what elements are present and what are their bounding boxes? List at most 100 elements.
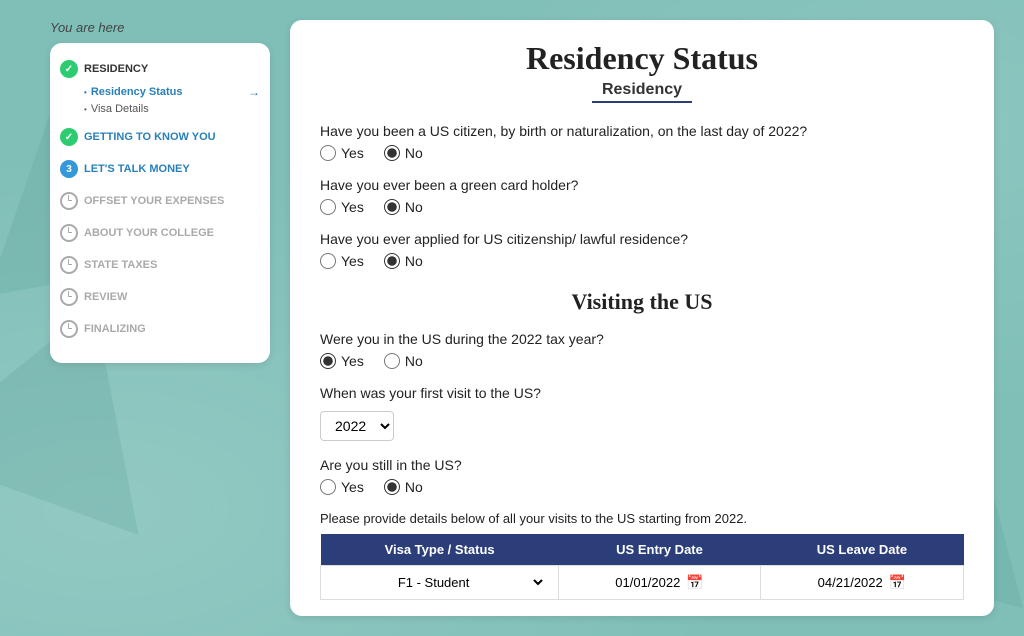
question-1: Have you been a US citizen, by birth or …	[320, 123, 964, 161]
question-1-text: Have you been a US citizen, by birth or …	[320, 123, 964, 139]
sidebar-section-offset: OFFSET YOUR EXPENSES	[60, 189, 260, 213]
sidebar-item-state-taxes[interactable]: STATE TAXES	[60, 253, 260, 277]
q1-no-radio[interactable]	[384, 145, 400, 161]
visa-details-label: Visa Details	[91, 103, 149, 115]
sidebar-item-review[interactable]: REVIEW	[60, 285, 260, 309]
arrow-right-icon: →	[248, 85, 260, 99]
q3-no-radio[interactable]	[384, 253, 400, 269]
sidebar-item-visa-details[interactable]: • Visa Details	[84, 101, 260, 117]
q2-no-radio[interactable]	[384, 199, 400, 215]
leave-date-value: 04/21/2022	[818, 575, 883, 590]
question-3-radios: Yes No	[320, 253, 964, 269]
question-1-radios: Yes No	[320, 145, 964, 161]
q4-yes-radio[interactable]	[320, 353, 336, 369]
sidebar-section-lets-talk: 3 LET'S TALK MONEY	[60, 157, 260, 181]
visits-table-section: Please provide details below of all your…	[320, 511, 964, 600]
residency-label: RESIDENCY	[84, 63, 148, 75]
sidebar-section-residency: RESIDENCY • Residency Status → • Visa De…	[60, 57, 260, 117]
sidebar-section-state-taxes: STATE TAXES	[60, 253, 260, 277]
sidebar-section-getting-to-know: GETTING TO KNOW YOU	[60, 125, 260, 149]
q2-yes-radio[interactable]	[320, 199, 336, 215]
question-6-radios: Yes No	[320, 479, 964, 495]
sidebar-section-review: REVIEW	[60, 285, 260, 309]
sidebar-item-college[interactable]: ABOUT YOUR COLLEGE	[60, 221, 260, 245]
question-6: Are you still in the US? Yes No	[320, 457, 964, 495]
question-4-text: Were you in the US during the 2022 tax y…	[320, 331, 964, 347]
q6-no-label[interactable]: No	[384, 479, 423, 495]
q6-yes-radio[interactable]	[320, 479, 336, 495]
col-leave-date: US Leave Date	[760, 534, 963, 566]
review-label: REVIEW	[84, 291, 127, 303]
q2-yes-label[interactable]: Yes	[320, 199, 364, 215]
question-2: Have you ever been a green card holder? …	[320, 177, 964, 215]
sidebar-item-offset[interactable]: OFFSET YOUR EXPENSES	[60, 189, 260, 213]
sidebar: You are here RESIDENCY • Residency Statu…	[50, 20, 270, 616]
clock-icon-2	[60, 224, 78, 242]
sidebar-item-finalizing[interactable]: FINALIZING	[60, 317, 260, 341]
table-description: Please provide details below of all your…	[320, 511, 964, 526]
main-content: Residency Status Residency Have you been…	[290, 20, 994, 616]
sidebar-section-finalizing: FINALIZING	[60, 317, 260, 341]
sidebar-item-getting-to-know[interactable]: GETTING TO KNOW YOU	[60, 125, 260, 149]
section-subtitle: Residency	[320, 81, 964, 103]
question-2-text: Have you ever been a green card holder?	[320, 177, 964, 193]
offset-label: OFFSET YOUR EXPENSES	[84, 195, 224, 207]
q4-no-radio[interactable]	[384, 353, 400, 369]
state-taxes-label: STATE TAXES	[84, 259, 157, 271]
you-are-here-label: You are here	[50, 20, 270, 35]
question-5: When was your first visit to the US? 202…	[320, 385, 964, 441]
lets-talk-label: LET'S TALK MONEY	[84, 163, 190, 175]
question-5-text: When was your first visit to the US?	[320, 385, 964, 401]
question-4: Were you in the US during the 2022 tax y…	[320, 331, 964, 369]
leave-calendar-icon[interactable]: 📅	[889, 574, 906, 591]
year-select[interactable]: 2022 2021 2020 2019 2018	[320, 411, 394, 441]
q1-yes-radio[interactable]	[320, 145, 336, 161]
sidebar-nav: RESIDENCY • Residency Status → • Visa De…	[50, 43, 270, 363]
entry-date-value: 01/01/2022	[615, 575, 680, 590]
q1-no-label[interactable]: No	[384, 145, 423, 161]
entry-calendar-icon[interactable]: 📅	[686, 574, 703, 591]
q3-no-label[interactable]: No	[384, 253, 423, 269]
visa-type-cell: F1 - Student J1 H1B B1/B2	[321, 566, 559, 600]
check-icon	[60, 60, 78, 78]
col-entry-date: US Entry Date	[559, 534, 761, 566]
dot-icon: •	[84, 88, 87, 97]
entry-date-cell: 01/01/2022 📅	[559, 566, 761, 600]
table-row: F1 - Student J1 H1B B1/B2 01/01/2022 📅	[321, 566, 964, 600]
sidebar-item-residency[interactable]: RESIDENCY	[60, 57, 260, 81]
q4-no-label[interactable]: No	[384, 353, 423, 369]
college-label: ABOUT YOUR COLLEGE	[84, 227, 214, 239]
q6-no-radio[interactable]	[384, 479, 400, 495]
dot-icon: •	[84, 105, 87, 114]
question-4-radios: Yes No	[320, 353, 964, 369]
q3-yes-label[interactable]: Yes	[320, 253, 364, 269]
page-title: Residency Status	[320, 40, 964, 77]
sidebar-item-residency-status[interactable]: • Residency Status →	[84, 83, 260, 101]
col-visa-type: Visa Type / Status	[321, 534, 559, 566]
visa-type-select[interactable]: F1 - Student J1 H1B B1/B2	[333, 574, 546, 591]
q3-yes-radio[interactable]	[320, 253, 336, 269]
clock-icon-3	[60, 256, 78, 274]
finalizing-label: FINALIZING	[84, 323, 146, 335]
clock-icon-5	[60, 320, 78, 338]
q1-yes-label[interactable]: Yes	[320, 145, 364, 161]
question-3: Have you ever applied for US citizenship…	[320, 231, 964, 269]
visiting-header: Visiting the US	[320, 289, 964, 315]
table-header-row: Visa Type / Status US Entry Date US Leav…	[321, 534, 964, 566]
clock-icon-1	[60, 192, 78, 210]
residency-status-label: Residency Status	[91, 86, 183, 98]
sidebar-item-lets-talk[interactable]: 3 LET'S TALK MONEY	[60, 157, 260, 181]
question-3-text: Have you ever applied for US citizenship…	[320, 231, 964, 247]
q6-yes-label[interactable]: Yes	[320, 479, 364, 495]
residency-sub-items: • Residency Status → • Visa Details	[84, 83, 260, 117]
question-6-text: Are you still in the US?	[320, 457, 964, 473]
check-icon-2	[60, 128, 78, 146]
visits-table: Visa Type / Status US Entry Date US Leav…	[320, 534, 964, 600]
question-2-radios: Yes No	[320, 199, 964, 215]
q2-no-label[interactable]: No	[384, 199, 423, 215]
sidebar-section-college: ABOUT YOUR COLLEGE	[60, 221, 260, 245]
q4-yes-label[interactable]: Yes	[320, 353, 364, 369]
leave-date-cell: 04/21/2022 📅	[760, 566, 963, 600]
num-icon-3: 3	[60, 160, 78, 178]
getting-to-know-label: GETTING TO KNOW YOU	[84, 131, 216, 143]
